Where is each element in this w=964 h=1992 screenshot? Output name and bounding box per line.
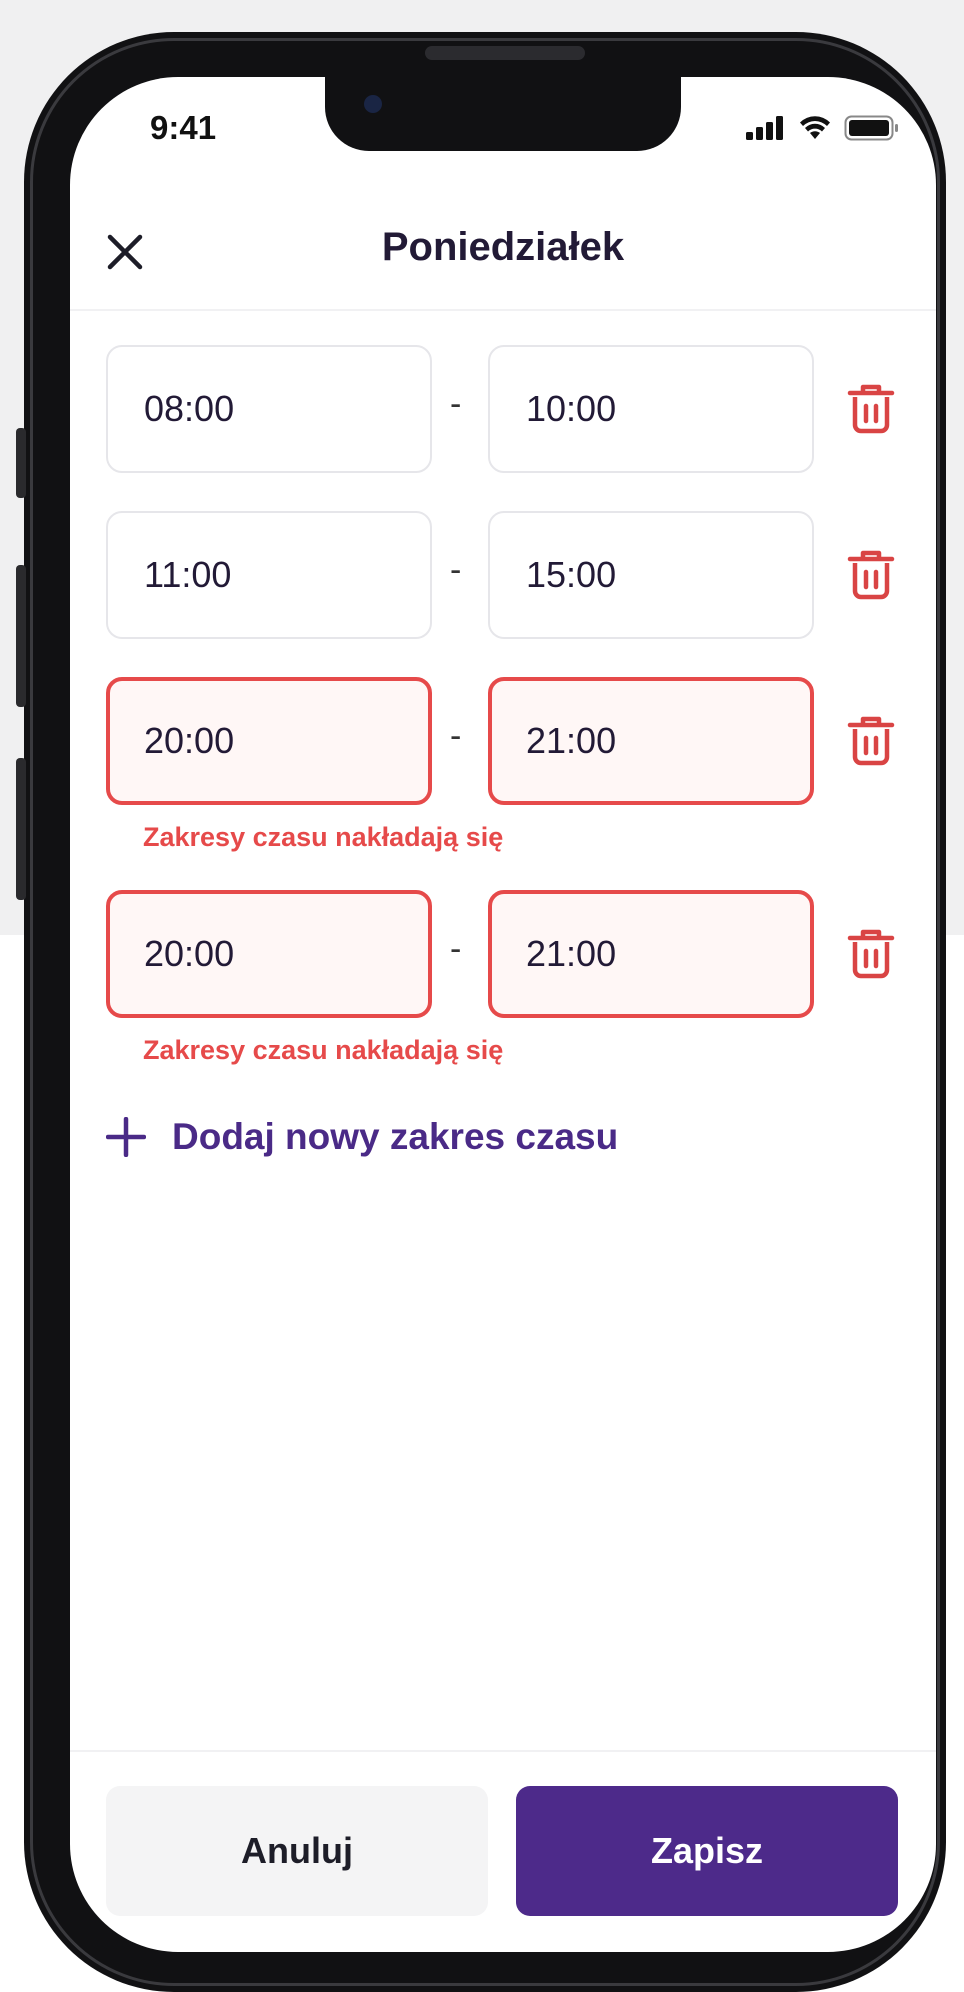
range-separator: - — [450, 385, 462, 423]
end-time-field[interactable]: 21:00 — [488, 890, 814, 1018]
trash-icon[interactable] — [846, 549, 896, 601]
time-range-row: 08:00 - 10:00 — [106, 345, 896, 473]
status-time: 9:41 — [150, 109, 217, 146]
footer: Anuluj Zapisz — [70, 1750, 936, 1952]
notch — [325, 77, 681, 151]
save-button[interactable]: Zapisz — [516, 1786, 898, 1916]
speaker-grille — [425, 46, 585, 60]
range-separator: - — [450, 717, 462, 755]
trash-icon[interactable] — [846, 383, 896, 435]
error-message: Zakresy czasu nakładają się — [143, 1035, 504, 1065]
time-range-row-error: 20:00 - 21:00 — [106, 677, 896, 805]
range-separator: - — [450, 551, 462, 589]
end-time-field[interactable]: 15:00 — [488, 511, 814, 639]
volume-up-button — [16, 565, 26, 707]
error-message: Zakresy czasu nakładają się — [143, 822, 504, 852]
time-range-row-error: 20:00 - 21:00 — [106, 890, 896, 1018]
plus-icon — [106, 1117, 146, 1157]
trash-icon[interactable] — [846, 928, 896, 980]
header: Poniedziałek — [70, 197, 936, 311]
page-title: Poniedziałek — [381, 225, 625, 269]
trash-icon[interactable] — [846, 715, 896, 767]
end-time-field[interactable]: 10:00 — [488, 345, 814, 473]
phone-screen: 9:41 Poniedziałek 08:00 - 10:00 11:00 - … — [70, 77, 936, 1952]
add-range-button[interactable]: Dodaj nowy zakres czasu — [106, 1107, 618, 1167]
cancel-button[interactable]: Anuluj — [106, 1786, 488, 1916]
wifi-icon — [800, 116, 830, 139]
battery-icon — [844, 115, 898, 141]
volume-down-button — [16, 758, 26, 900]
mute-switch — [16, 428, 26, 498]
camera — [364, 95, 382, 113]
end-time-field[interactable]: 21:00 — [488, 677, 814, 805]
start-time-field[interactable]: 11:00 — [106, 511, 432, 639]
start-time-field[interactable]: 08:00 — [106, 345, 432, 473]
cellular-signal-icon — [746, 116, 783, 140]
range-separator: - — [450, 930, 462, 968]
time-range-row: 11:00 - 15:00 — [106, 511, 896, 639]
start-time-field[interactable]: 20:00 — [106, 677, 432, 805]
add-range-label: Dodaj nowy zakres czasu — [172, 1116, 619, 1157]
start-time-field[interactable]: 20:00 — [106, 890, 432, 1018]
status-icons — [746, 115, 900, 141]
